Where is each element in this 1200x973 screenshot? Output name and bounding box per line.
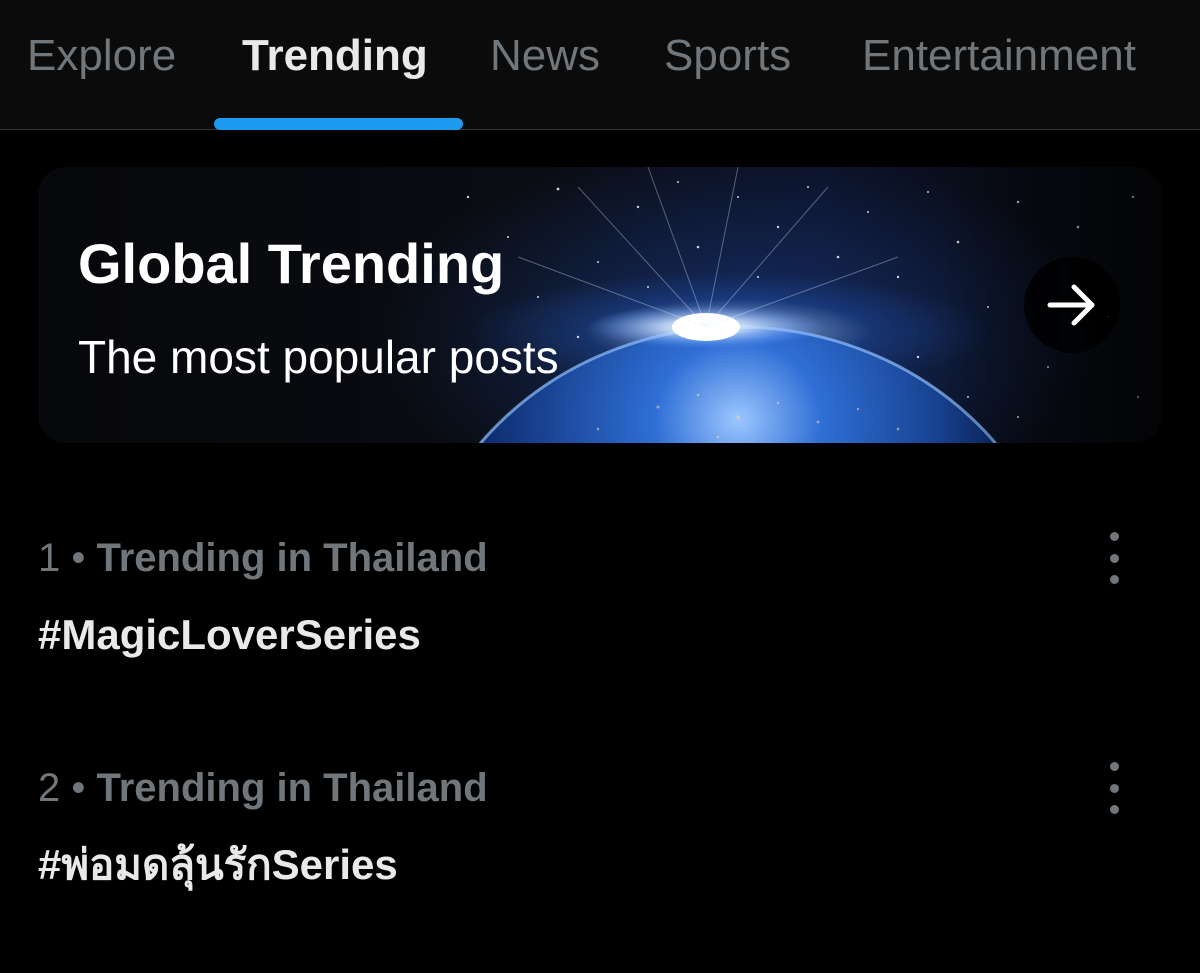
global-trending-banner[interactable]: Global Trending The most popular posts [38,167,1162,443]
trend-separator: • [71,766,86,810]
tab-sports[interactable]: Sports [664,30,791,82]
earth-from-space-image [466,167,1162,443]
more-vertical-icon-dot [1109,805,1119,814]
trend-context: Trending in Thailand [96,766,488,810]
trend-rank: 1 [38,536,61,580]
arrow-right-icon [1047,284,1095,326]
more-vertical-icon [1109,532,1119,541]
trend-meta: 1 • Trending in Thailand [38,534,488,582]
banner-arrow-button[interactable] [1024,257,1120,353]
trend-name[interactable]: #MagicLoverSeries [38,610,421,660]
trend-rank: 2 [38,766,61,810]
more-options-button[interactable] [1098,762,1130,814]
trend-item[interactable]: 2 • Trending in Thailand #พ่อมดลุ้นรักSe… [0,740,1200,940]
more-vertical-icon-dot [1109,783,1119,793]
more-vertical-icon-dot [1109,553,1119,563]
tab-explore[interactable]: Explore [27,30,176,82]
more-vertical-icon-dot [1109,575,1119,584]
banner-title: Global Trending [78,232,505,295]
banner-subtitle: The most popular posts [78,331,559,383]
tab-news[interactable]: News [490,30,600,82]
trend-meta: 2 • Trending in Thailand [38,764,488,812]
trend-separator: • [71,536,86,580]
top-tab-bar: Explore Trending News Sports Entertainme… [0,0,1200,130]
more-vertical-icon [1109,762,1119,771]
active-tab-indicator [214,118,463,130]
tab-trending[interactable]: Trending [242,30,428,82]
more-options-button[interactable] [1098,532,1130,584]
tab-entertainment[interactable]: Entertainment [862,30,1136,82]
trend-item[interactable]: 1 • Trending in Thailand #MagicLoverSeri… [0,510,1200,710]
trend-context: Trending in Thailand [96,536,488,580]
trend-name[interactable]: #พ่อมดลุ้นรักSeries [38,840,398,890]
